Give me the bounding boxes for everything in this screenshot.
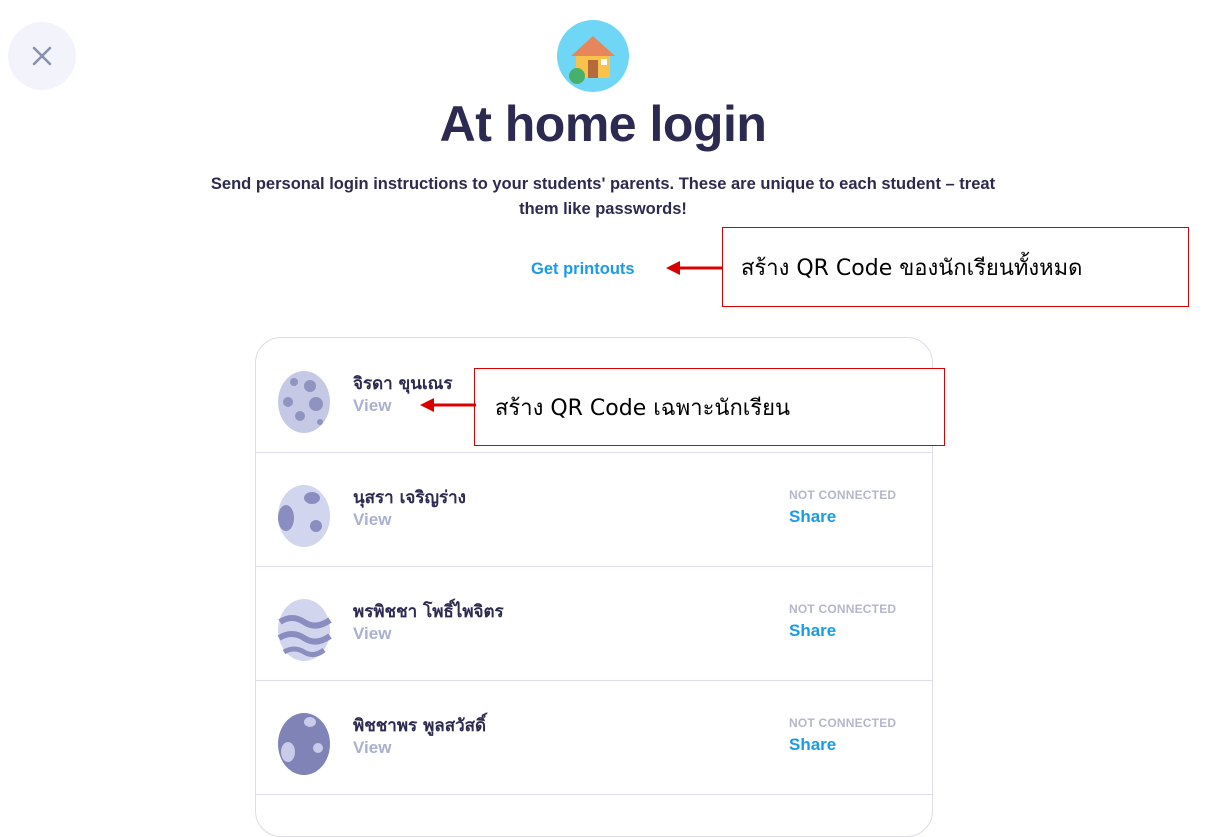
connection-status: NOT CONNECTED [789,488,897,502]
page-title: At home login [439,96,767,152]
connection-status: NOT CONNECTED [789,716,897,730]
egg-spots-icon [278,485,330,547]
close-button[interactable] [8,22,76,90]
share-link[interactable]: Share [789,735,836,755]
annotation-printouts: สร้าง QR Code ของนักเรียนทั้งหมด [722,227,1189,307]
student-row[interactable]: พิชชาพร พูลสวัสดิ์ View NOT CONNECTED Sh… [256,680,932,795]
egg-dots-icon [278,371,330,433]
arrow-left-icon [666,261,722,275]
get-printouts-link[interactable]: Get printouts [531,260,635,279]
student-name: จิรดา ขุนเณร [353,374,453,394]
view-link[interactable]: View [353,624,391,644]
egg-large-spots-icon [278,713,330,775]
egg-waves-icon [277,599,332,661]
student-name: พรพิชชา โพธิ์ไพจิตร [353,602,504,622]
connection-status: NOT CONNECTED [789,602,897,616]
annotation-student: สร้าง QR Code เฉพาะนักเรียน [474,368,945,446]
view-link[interactable]: View [353,738,391,758]
view-link[interactable]: View [353,396,391,416]
view-link[interactable]: View [353,510,391,530]
share-link[interactable]: Share [789,507,836,527]
page-subtitle: Send personal login instructions to your… [210,175,996,218]
student-row[interactable]: นุสรา เจริญร่าง View NOT CONNECTED Share [256,452,932,567]
arrow-left-icon [420,398,476,412]
student-name: พิชชาพร พูลสวัสดิ์ [353,716,487,736]
student-name: นุสรา เจริญร่าง [353,488,466,508]
share-link[interactable]: Share [789,621,836,641]
student-row[interactable]: พรพิชชา โพธิ์ไพจิตร View NOT CONNECTED S… [256,566,932,681]
close-icon [32,46,52,66]
house-icon [557,20,629,92]
